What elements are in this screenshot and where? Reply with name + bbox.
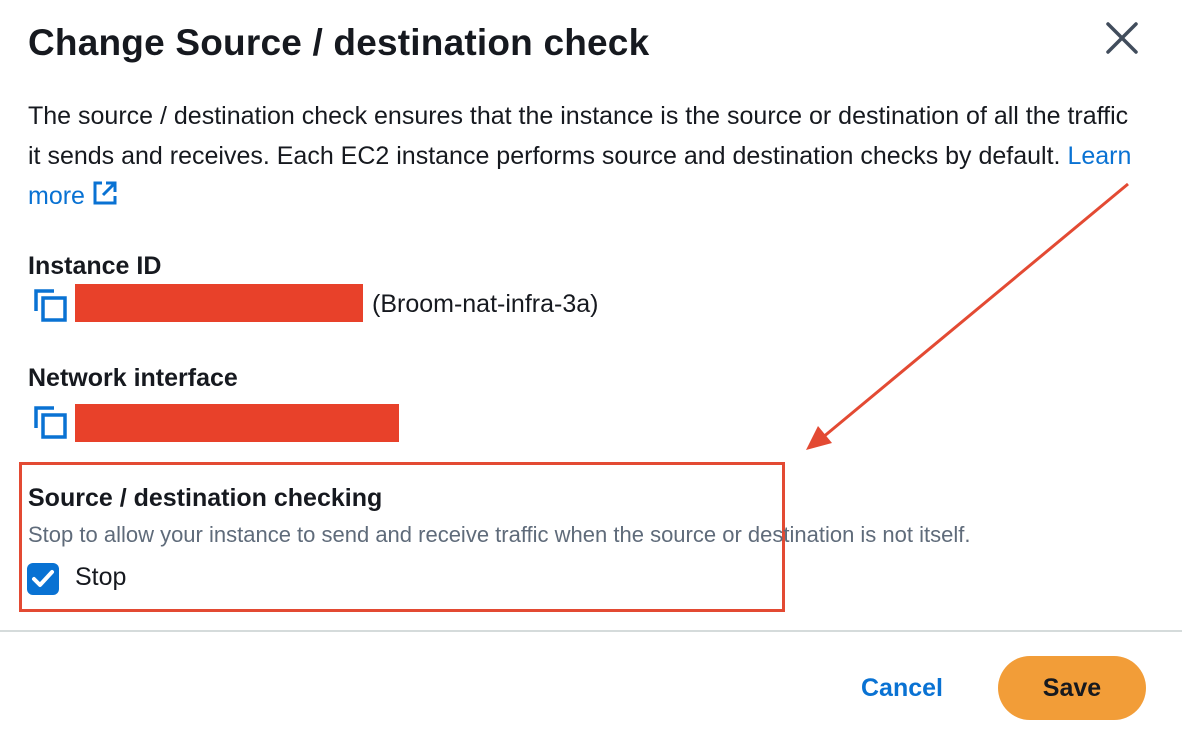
cancel-button[interactable]: Cancel (846, 660, 958, 716)
dialog-title: Change Source / destination check (28, 22, 650, 63)
instance-name: (Broom-nat-infra-3a) (372, 290, 599, 318)
copy-icon (34, 406, 67, 439)
save-button[interactable]: Save (998, 656, 1146, 720)
stop-checkbox-label[interactable]: Stop (75, 563, 126, 592)
close-icon (1106, 22, 1138, 54)
redacted-instance-id (75, 284, 363, 322)
change-source-destination-dialog: Change Source / destination check The so… (0, 0, 1182, 734)
instance-id-label: Instance ID (28, 252, 162, 280)
source-destination-checking-label: Source / destination checking (28, 484, 383, 512)
dialog-description: The source / destination check ensures t… (28, 96, 1138, 219)
copy-network-interface-button[interactable] (32, 404, 72, 444)
stop-checkbox[interactable] (27, 563, 59, 595)
footer-divider (0, 630, 1182, 632)
check-icon (32, 570, 54, 587)
source-destination-checking-description: Stop to allow your instance to send and … (28, 522, 971, 547)
copy-instance-id-button[interactable] (32, 287, 72, 327)
external-link-icon (91, 179, 119, 219)
redacted-network-interface (75, 404, 399, 442)
copy-icon (34, 289, 67, 322)
close-button[interactable] (1100, 16, 1144, 60)
network-interface-label: Network interface (28, 364, 238, 392)
description-text: The source / destination check ensures t… (28, 102, 1129, 170)
